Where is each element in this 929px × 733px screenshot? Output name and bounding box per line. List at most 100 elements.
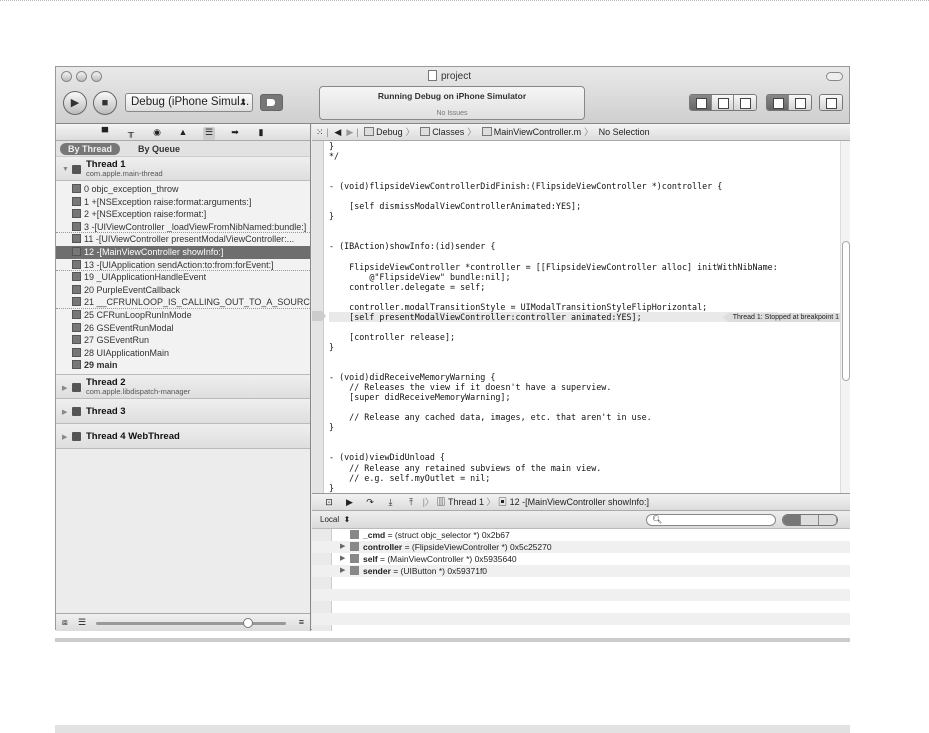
warning-icon[interactable]: ▲ [177, 127, 189, 140]
disclosure-closed-icon[interactable]: ▶ [340, 565, 345, 577]
tab-by-thread[interactable]: By Thread [60, 142, 121, 155]
organizer-icon[interactable] [820, 95, 842, 110]
zoom-button[interactable] [91, 71, 102, 82]
debug-icon[interactable]: ☰ [203, 127, 215, 140]
variable-row[interactable]: ▶ self = (MainViewController *) 0x5935640 [312, 553, 850, 565]
jump-item-selection[interactable]: No Selection [599, 127, 650, 137]
stack-frame[interactable]: 3 -[UIViewController _loadViewFromNibNam… [56, 221, 310, 234]
thread-3-row[interactable]: ▶ Thread 3 [56, 398, 310, 424]
scroll-thumb[interactable] [842, 241, 850, 381]
jump-label: MainViewController.m [493, 127, 582, 137]
back-button[interactable]: ◀ [334, 127, 341, 137]
stop-button[interactable]: ■ [93, 91, 117, 115]
close-button[interactable] [61, 71, 72, 82]
tab-by-queue[interactable]: By Queue [130, 143, 188, 155]
stack-frame[interactable]: 19 _UIApplicationHandleEvent [56, 271, 310, 284]
frame-label: 1 +[NSException raise:format:arguments:] [84, 196, 252, 207]
hide-debug-area-icon[interactable]: ⊡ [320, 494, 338, 510]
variable-row[interactable]: _cmd = (struct objc_selector *) 0x2b67 [312, 529, 850, 541]
thread-name: Thread 3 [86, 405, 126, 417]
stack-frame[interactable]: 28 UIApplicationMain [56, 347, 310, 360]
step-out-icon[interactable]: ⤒ [402, 494, 420, 510]
minimize-button[interactable] [76, 71, 87, 82]
standard-editor-icon[interactable] [690, 95, 712, 110]
stack-frame[interactable]: 26 GSEventRunModal [56, 322, 310, 335]
stack-frame[interactable]: 20 PurpleEventCallback [56, 284, 310, 297]
stack-frame[interactable]: 2 +[NSException raise:format:] [56, 208, 310, 221]
frame-label: 21 __CFRUNLOOP_IS_CALLING_OUT_TO_A_SOURC… [84, 297, 310, 308]
variables-search-field[interactable]: 🔍︎ [646, 514, 776, 526]
assistant-editor-icon[interactable] [712, 95, 734, 110]
source-editor[interactable]: } */ - (void)flipsideViewControllerDidFin… [312, 141, 850, 493]
variable-value: = (UIButton *) 0x59371f0 [390, 566, 488, 576]
stack-frame[interactable]: 0 objc_exception_throw [56, 183, 310, 196]
run-button[interactable]: ▶ [63, 91, 87, 115]
jump-item-classes[interactable]: Classes [420, 127, 464, 137]
thread-4-row[interactable]: ▶ Thread 4 WebThread [56, 423, 310, 449]
disclosure-closed-icon[interactable]: ▶ [62, 384, 67, 392]
layout-split-icon[interactable] [801, 515, 819, 525]
scheme-selector[interactable]: Debug (iPhone Simul... ⬍ [125, 93, 253, 112]
hide-frames-icon[interactable]: ⧈ [62, 617, 68, 628]
stack-frame[interactable]: 29 main [56, 359, 310, 372]
debug-frame-label[interactable]: 12 -[MainViewController showInfo:] [510, 497, 649, 507]
hierarchy-icon[interactable]: ╥ [125, 127, 137, 140]
stack-frame[interactable]: 12 -[MainViewController showInfo:] [56, 245, 310, 259]
scope-label: Local [320, 515, 340, 524]
list-expanded-icon[interactable]: ≡ [299, 617, 304, 627]
variable-row[interactable]: ▶ controller = (FlipsideViewController *)… [312, 541, 850, 553]
disclosure-open-icon[interactable]: ▼ [62, 166, 69, 173]
disclosure-closed-icon[interactable]: ▶ [62, 408, 67, 416]
debug-thread-label[interactable]: Thread 1 [448, 497, 484, 507]
breakpoint-annotation: Thread 1: Stopped at breakpoint 1 [722, 313, 842, 322]
divider [55, 638, 850, 642]
utilities-toggle-icon[interactable] [789, 95, 811, 110]
code-line: controller.delegate = self; [329, 281, 486, 292]
stack-compression-slider[interactable] [96, 618, 286, 628]
view-control[interactable] [766, 94, 812, 111]
organizer-button[interactable] [819, 94, 843, 111]
stack-frame[interactable]: 27 GSEventRun [56, 334, 310, 347]
thread-1-row[interactable]: ▼ Thread 1 com.apple.main-thread [56, 157, 310, 181]
list-icon[interactable]: ☰ [78, 617, 86, 628]
breakpoints-toggle-button[interactable] [260, 94, 283, 111]
folder-icon[interactable]: ▀ [99, 127, 111, 140]
debug-layout-control[interactable] [782, 514, 838, 526]
frame-icon [72, 297, 81, 307]
scope-selector[interactable]: Local ⬍ [320, 515, 350, 524]
layout-variables-icon[interactable] [783, 515, 801, 525]
slider-knob[interactable] [243, 618, 253, 628]
code-line: - (void)didReceiveMemoryWarning { [329, 372, 496, 383]
stack-frame[interactable]: 21 __CFRUNLOOP_IS_CALLING_OUT_TO_A_SOURC… [56, 296, 310, 309]
code-line: [super didReceiveMemoryWarning]; [329, 392, 511, 403]
disclosure-closed-icon[interactable]: ▶ [340, 541, 345, 553]
frame-label: 27 GSEventRun [84, 335, 150, 346]
navigator-toggle-icon[interactable] [767, 95, 789, 110]
editor-mode-control[interactable] [689, 94, 757, 111]
log-icon[interactable]: ▮ [255, 127, 267, 140]
editor-scrollbar[interactable] [840, 141, 850, 493]
step-into-icon[interactable]: ⤓ [382, 494, 400, 510]
related-items-icon[interactable]: ⁙ [316, 127, 324, 137]
stack-frame[interactable]: 11 -[UIViewController presentModalViewCo… [56, 233, 310, 246]
thread-icon [72, 382, 81, 392]
variable-row[interactable]: ▶ sender = (UIButton *) 0x59371f0 [312, 565, 850, 577]
debug-navigator: ▀ ╥ ◉ ▲ ☰ ➡ ▮ By Thread By Queue ▼ Threa… [56, 124, 311, 631]
forward-button[interactable]: ▶ [346, 127, 353, 137]
stack-frame[interactable]: 25 CFRunLoopRunInMode [56, 309, 310, 322]
toolbar-toggle-button[interactable] [826, 72, 843, 81]
continue-icon[interactable]: ▶ [341, 494, 359, 510]
stack-frame[interactable]: 1 +[NSException raise:format:arguments:] [56, 196, 310, 209]
layout-console-icon[interactable] [819, 515, 837, 525]
stack-frame[interactable]: 13 -[UIApplication sendAction:to:from:fo… [56, 259, 310, 272]
version-editor-icon[interactable] [734, 95, 756, 110]
disclosure-closed-icon[interactable]: ▶ [340, 553, 345, 565]
jump-item-debug[interactable]: Debug [364, 127, 403, 137]
disclosure-closed-icon[interactable]: ▶ [62, 433, 67, 441]
step-over-icon[interactable]: ↷ [361, 494, 379, 510]
thread-2-row[interactable]: ▶ Thread 2 com.apple.libdispatch-manager [56, 374, 310, 399]
search-icon[interactable]: ◉ [151, 127, 163, 140]
breakpoint-icon[interactable]: ➡ [229, 127, 241, 140]
jump-item-file[interactable]: MainViewController.m [481, 127, 582, 137]
